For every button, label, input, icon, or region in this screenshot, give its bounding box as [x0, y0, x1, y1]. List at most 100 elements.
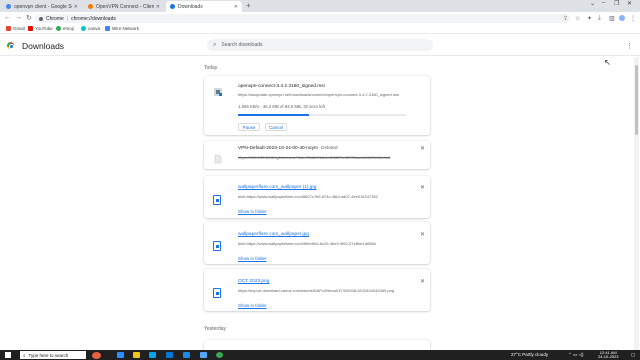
reload-icon[interactable]: ↻	[26, 14, 32, 22]
new-tab-button[interactable]: +	[246, 1, 251, 10]
menu-kebab-icon[interactable]: ⋮	[630, 15, 636, 22]
file-name-link[interactable]: OCT 2023.png	[238, 279, 269, 284]
browser-toolbar: ← → ↻ Chrome | chrome://downloads ⇪ ☆ ✦ …	[0, 12, 640, 25]
pause-button[interactable]: Pause	[238, 123, 260, 131]
download-item: OCT 2023.png https://export-download.can…	[204, 269, 430, 311]
remove-icon[interactable]: ✕	[420, 231, 425, 238]
chrome-taskbar-icon[interactable]	[216, 352, 223, 358]
google-icon	[6, 4, 11, 9]
image-file-icon	[213, 195, 221, 205]
file-name: openvpn-connect-3.4.2.3160_signed.msi	[238, 84, 325, 89]
bookmark-gmail[interactable]: Gmail	[6, 26, 25, 31]
progress-bar	[238, 114, 406, 116]
download-item: VPN-Default-2023-10-24-00-40-noym Deleted…	[204, 141, 430, 169]
clock[interactable]: 12:41 AM 24-10-2023	[598, 350, 618, 360]
download-icon[interactable]: ⤓	[598, 15, 601, 22]
side-panel-icon[interactable]: ▥	[609, 15, 615, 22]
show-in-folder-link[interactable]: Show in folder	[238, 209, 267, 214]
more-options-icon[interactable]: ⋮	[626, 42, 633, 50]
file-url[interactable]: blob:https://www.wallpaperflare.com/8607…	[238, 194, 406, 199]
download-item: wallpaperflare.com_wallpaper.jpg blob:ht…	[204, 222, 430, 264]
taskbar-app-icon[interactable]	[92, 351, 101, 359]
bookmark-youtube[interactable]: YouTube	[28, 26, 53, 31]
chevron-down-icon[interactable]: ⌄	[590, 0, 595, 7]
search-downloads-input[interactable]: ⌕ Search downloads	[207, 39, 433, 51]
weather-text[interactable]: 27°C Partly cloudy	[511, 352, 548, 357]
profile-avatar[interactable]	[619, 15, 625, 21]
scrollbar[interactable]	[634, 57, 639, 350]
progress-fill	[238, 114, 309, 116]
url-text: chrome://downloads	[71, 15, 116, 22]
tab-google-search[interactable]: openvpn client - Google Search ✕	[2, 1, 82, 12]
windows-start-icon[interactable]	[5, 352, 11, 358]
file-url[interactable]: https://swupdate.openvpn.net/downloads/c…	[238, 92, 406, 97]
file-name-link[interactable]: wallpaperflare.com_wallpaper (1).jpg	[238, 185, 316, 190]
image-file-icon	[213, 241, 221, 251]
youtube-icon	[28, 26, 33, 31]
extension-icon[interactable]: ✦	[587, 15, 592, 22]
mail-icon[interactable]	[166, 352, 173, 358]
file-url[interactable]: https://export-download.canva.com/assets…	[238, 288, 406, 293]
section-today: Today	[204, 65, 218, 71]
search-icon: ⌕	[23, 352, 26, 358]
store-icon[interactable]	[149, 352, 156, 358]
share-icon[interactable]: ⇪	[563, 15, 568, 22]
search-icon: ⌕	[213, 41, 217, 48]
downloads-tab-icon	[170, 4, 175, 9]
close-window-button[interactable]: ✕	[627, 0, 632, 7]
tab-bar: openvpn client - Google Search ✕ OpenVPN…	[0, 0, 640, 12]
taskbar-search-input[interactable]: ⌕ Type here to search	[20, 351, 86, 359]
scrollbar-thumb[interactable]	[635, 65, 638, 135]
cancel-button[interactable]: Cancel	[265, 123, 287, 131]
back-arrow-icon[interactable]: ←	[4, 14, 11, 21]
search-placeholder: Search downloads	[221, 42, 263, 48]
chrome-logo-icon	[7, 42, 14, 49]
bookmark-emoji[interactable]: emoji	[56, 26, 74, 31]
taskbar: ⌕ Type here to search 27°C Partly cloudy…	[0, 350, 640, 360]
zoom-icon[interactable]	[183, 352, 190, 358]
mouse-cursor-icon: ↖	[604, 58, 611, 67]
emoji-icon	[56, 26, 61, 31]
chrome-icon	[39, 16, 43, 21]
tab-downloads[interactable]: Downloads ✕	[166, 1, 242, 12]
minimize-button[interactable]: –	[602, 0, 605, 6]
edge-icon[interactable]	[200, 352, 207, 358]
address-separator: |	[66, 15, 69, 22]
close-icon[interactable]: ✕	[74, 4, 78, 10]
section-yesterday: Yesterday	[204, 326, 227, 332]
close-icon[interactable]: ✕	[234, 4, 238, 10]
tray-icons[interactable]: ⌃ ▭ ◁)	[568, 352, 583, 358]
image-file-icon	[213, 288, 221, 298]
bookmark-canva[interactable]: canva	[81, 26, 100, 31]
bookmarks-bar: Gmail YouTube emoji canva Wire Network	[0, 25, 640, 34]
bookmark-star-icon[interactable]: ☆	[575, 15, 580, 22]
remove-icon[interactable]: ✕	[420, 145, 425, 152]
file-url[interactable]: blob:https://www.wallpaperflare.com/46fe…	[238, 241, 406, 246]
status-badge: Deleted	[321, 146, 338, 151]
maximize-button[interactable]: ❐	[614, 0, 619, 7]
bookmark-wire-network[interactable]: Wire Network	[105, 26, 139, 31]
show-in-folder-link[interactable]: Show in folder	[238, 303, 267, 308]
address-bar[interactable]: Chrome | chrome://downloads	[35, 14, 570, 23]
deleted-file-name: VPN-Default-2023-10-24-00-40-noym	[238, 146, 318, 151]
task-view-icon[interactable]	[117, 352, 124, 358]
file-icon	[213, 151, 223, 164]
download-item	[204, 340, 430, 350]
download-item: wallpaperflare.com_wallpaper (1).jpg blo…	[204, 176, 430, 218]
file-name: VPN-Default-2023-10-24-00-40-noym Deleted	[238, 146, 338, 151]
file-explorer-icon[interactable]	[133, 352, 140, 358]
file-url: https://105.100.84.8/cgi-bin/ocsv?dsk=25…	[238, 155, 391, 160]
wire-network-icon	[105, 26, 110, 31]
openvpn-icon	[88, 4, 93, 9]
remove-icon[interactable]: ✕	[420, 278, 425, 285]
canva-icon	[81, 26, 86, 31]
forward-arrow-icon[interactable]: →	[15, 14, 22, 21]
remove-icon[interactable]: ✕	[420, 184, 425, 191]
tab-openvpn[interactable]: OpenVPN Connect - Client Soft... ✕	[84, 1, 164, 12]
file-name-link[interactable]: wallpaperflare.com_wallpaper.jpg	[238, 232, 309, 237]
installer-file-icon	[213, 84, 223, 96]
close-icon[interactable]: ✕	[156, 4, 160, 10]
download-item: openvpn-connect-3.4.2.3160_signed.msi ht…	[204, 76, 430, 135]
show-in-folder-link[interactable]: Show in folder	[238, 256, 267, 261]
notification-icon[interactable]: ▢	[631, 352, 635, 358]
